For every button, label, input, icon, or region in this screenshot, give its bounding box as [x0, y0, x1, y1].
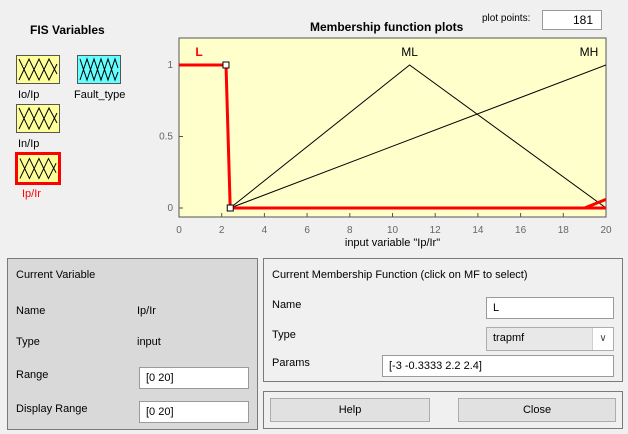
- mf-params-label: Params: [272, 357, 310, 369]
- variable-name-value: Ip/Ir: [137, 305, 156, 317]
- variable-name-label: Name: [16, 305, 46, 317]
- membership-function-plot[interactable]: 0 2 4 6 8 10 12 14 16 18 20 0 0.5 1 input variable "Ip…: [0, 0, 628, 252]
- current-variable-title: Current Variable: [16, 269, 96, 281]
- help-button[interactable]: Help: [270, 398, 430, 422]
- range-input[interactable]: [0 20]: [139, 367, 249, 389]
- mf-params-input[interactable]: [-3 -0.3333 2.2 2.4]: [382, 355, 614, 377]
- mf-name-label: Name: [272, 299, 302, 311]
- x-tick-label: 18: [558, 225, 570, 236]
- mf-type-value: trapmf: [493, 332, 525, 344]
- mf-name-input[interactable]: L: [486, 297, 614, 319]
- x-tick-label: 8: [347, 225, 353, 236]
- mf-type-select[interactable]: trapmf ∨: [486, 327, 614, 351]
- x-tick-label: 10: [387, 225, 399, 236]
- fis-membership-editor-window: { "fis_variables": { "title": "FIS Varia…: [0, 0, 628, 434]
- x-tick-label: 2: [219, 225, 225, 236]
- y-tick-label: 0: [167, 203, 173, 214]
- mf-type-label: Type: [272, 329, 296, 341]
- y-tick-label: 0.5: [159, 132, 173, 143]
- current-mf-title: Current Membership Function (click on MF…: [272, 269, 528, 281]
- mf-vertex-handle: [222, 61, 230, 69]
- x-tick-label: 16: [515, 225, 527, 236]
- variable-type-value: input: [137, 336, 161, 348]
- x-tick-label: 4: [262, 225, 268, 236]
- mf-label-l: L: [195, 45, 202, 59]
- button-panel: Help Close: [263, 391, 623, 429]
- plot-area: [178, 37, 607, 218]
- current-mf-panel: Current Membership Function (click on MF…: [263, 258, 623, 382]
- mf-label-ml: ML: [401, 45, 418, 59]
- y-tick-label: 1: [167, 60, 173, 71]
- variable-type-label: Type: [16, 336, 40, 348]
- close-button[interactable]: Close: [458, 398, 616, 422]
- x-axis-label: input variable "Ip/Ir": [345, 237, 440, 249]
- chevron-down-icon[interactable]: ∨: [592, 328, 613, 350]
- x-tick-label: 0: [176, 225, 182, 236]
- mf-label-mh: MH: [580, 45, 599, 59]
- display-range-input[interactable]: [0 20]: [139, 401, 249, 423]
- x-tick-label: 20: [600, 225, 612, 236]
- x-tick-label: 12: [430, 225, 442, 236]
- display-range-label: Display Range: [16, 403, 88, 415]
- x-tick-label: 14: [472, 225, 484, 236]
- mf-vertex-handle: [226, 204, 234, 212]
- x-tick-label: 6: [304, 225, 310, 236]
- range-label: Range: [16, 369, 49, 381]
- current-variable-panel: Current Variable Name Ip/Ir Type input R…: [7, 258, 258, 430]
- top-area: FIS Variables Io/Ip Fault_type In/Ip Ip/…: [0, 0, 628, 252]
